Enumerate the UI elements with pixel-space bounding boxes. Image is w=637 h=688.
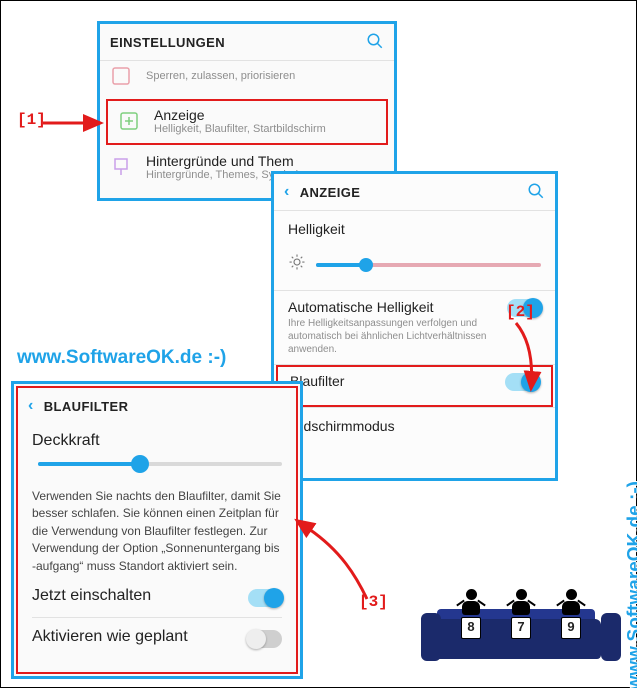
turn-on-now-label: Jetzt einschalten — [32, 587, 151, 605]
brightness-slider[interactable] — [274, 245, 555, 290]
screenmode-label: Bildschirmmodus — [288, 418, 395, 434]
annotation-arrow-2 — [501, 321, 561, 406]
screenmode-row[interactable]: Bildschirmmodus — [274, 408, 555, 442]
themes-icon — [108, 154, 134, 180]
schedule-row[interactable]: Aktivieren wie geplant — [18, 620, 296, 656]
judge-score: 9 — [561, 617, 581, 639]
panel3-header: ‹ BLAUFILTER — [18, 388, 296, 424]
app-icon — [108, 63, 134, 89]
panel3-title: BLAUFILTER — [44, 399, 286, 414]
row-sub: Helligkeit, Blaufilter, Startbildschirm — [154, 123, 326, 135]
judge-score: 8 — [461, 617, 481, 639]
brightness-label: Helligkeit — [288, 221, 345, 237]
settings-row-display[interactable]: Anzeige Helligkeit, Blaufilter, Startbil… — [106, 99, 388, 145]
turn-on-now-row[interactable]: Jetzt einschalten — [18, 583, 296, 615]
display-icon — [116, 108, 142, 134]
opacity-slider[interactable] — [18, 454, 296, 480]
judge-2: 7 — [501, 589, 541, 639]
auto-brightness-label: Automatische Helligkeit — [288, 299, 499, 315]
annotation-arrow-3 — [301, 521, 391, 616]
annotation-arrow-1 — [41, 111, 111, 146]
row-sub: Sperren, zulassen, priorisieren — [146, 70, 295, 82]
row-title: Anzeige — [154, 107, 326, 123]
back-icon[interactable]: ‹ — [28, 397, 34, 415]
settings-row-apps[interactable]: Sperren, zulassen, priorisieren — [100, 61, 394, 97]
annotation-marker-2: [2] — [506, 303, 535, 321]
bluefilter-description: Verwenden Sie nachts den Blaufilter, dam… — [18, 480, 296, 583]
judges-illustration: 8 7 9 — [421, 589, 621, 671]
search-icon[interactable] — [527, 182, 545, 203]
schedule-toggle[interactable] — [248, 630, 282, 648]
judge-1: 8 — [451, 589, 491, 639]
panel2-title: ANZEIGE — [300, 185, 527, 200]
opacity-label: Deckkraft — [32, 432, 100, 449]
judge-score: 7 — [511, 617, 531, 639]
schedule-label: Aktivieren wie geplant — [32, 628, 188, 646]
row-title: Hintergründe und Them — [146, 153, 304, 169]
panel1-title: EINSTELLUNGEN — [110, 35, 366, 50]
panel1-header: EINSTELLUNGEN — [100, 24, 394, 60]
judge-3: 9 — [551, 589, 591, 639]
back-icon[interactable]: ‹ — [284, 183, 290, 201]
auto-brightness-sub: Ihre Helligkeitsanpassungen verfolgen un… — [288, 317, 499, 356]
search-icon[interactable] — [366, 32, 384, 53]
bluefilter-panel: ‹ BLAUFILTER Deckkraft Verwenden Sie nac… — [11, 381, 303, 679]
panel2-header: ‹ ANZEIGE — [274, 174, 555, 210]
watermark: www.SoftwareOK.de :-) — [17, 347, 226, 369]
turn-on-now-toggle[interactable] — [248, 589, 282, 607]
brightness-icon — [288, 253, 306, 276]
watermark-vertical: www.SoftwareOK.de :-) — [624, 481, 637, 688]
